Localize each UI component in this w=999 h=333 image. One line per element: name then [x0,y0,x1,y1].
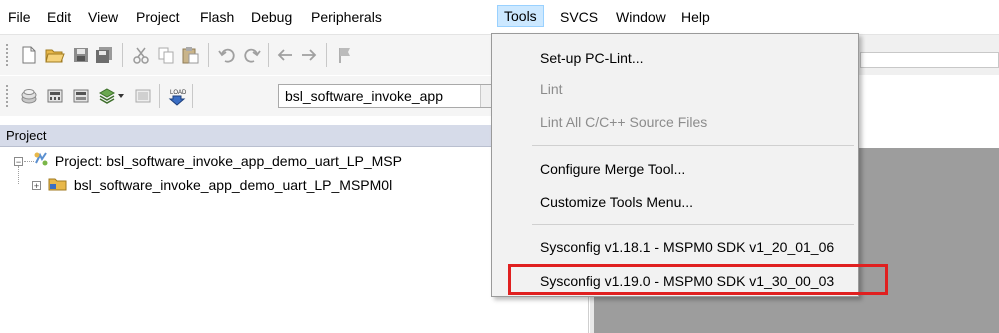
new-file-icon[interactable] [18,44,40,66]
menu-item-configure-merge-tool[interactable]: Configure Merge Tool... [540,158,685,180]
tree-item-label: Project: bsl_software_invoke_app_demo_ua… [54,153,402,169]
editor-search-field[interactable] [860,52,999,68]
svg-text:LOAD: LOAD [170,90,187,96]
menu-debug[interactable]: Debug [251,6,292,28]
toolbar-separator [159,84,160,108]
menu-window[interactable]: Window [616,6,666,28]
tree-item-project[interactable]: Project: bsl_software_invoke_app_demo_ua… [33,150,402,172]
menu-item-customize-tools-menu[interactable]: Customize Tools Menu... [540,191,693,213]
menu-peripherals[interactable]: Peripherals [311,6,382,28]
cut-icon[interactable] [130,44,152,66]
toolbar-grip[interactable] [5,84,9,108]
menu-item-lint: Lint [540,81,563,97]
menu-edit[interactable]: Edit [47,6,71,28]
menu-help[interactable]: Help [681,6,710,28]
paste-icon[interactable] [179,44,201,66]
tree-item-label: bsl_software_invoke_app_demo_uart_LP_MSP… [73,177,393,193]
menu-item-setup-pc-lint[interactable]: Set-up PC-Lint... [540,47,644,69]
menu-file[interactable]: File [8,6,31,28]
project-icon [33,151,51,173]
toolbar-separator [192,84,193,108]
toolbar-separator [268,43,269,67]
bookmark-flag-icon[interactable] [334,44,356,66]
menu-separator [532,224,854,225]
collapse-icon[interactable]: − [14,157,23,167]
rebuild-icon[interactable] [70,85,92,107]
menu-view[interactable]: View [88,6,118,28]
navigate-forward-icon[interactable] [298,44,320,66]
menu-item-sysconfig-1-18-1[interactable]: Sysconfig v1.18.1 - MSPM0 SDK v1_20_01_0… [540,236,834,258]
toolbar-separator [326,43,327,67]
menu-separator [532,145,854,146]
target-select[interactable]: bsl_software_invoke_app [278,84,496,108]
menu-bar: File Edit View Project Flash Debug Perip… [0,0,999,35]
target-select-value: bsl_software_invoke_app [285,88,443,104]
load-download-icon[interactable]: LOAD [166,85,188,107]
tree-item-target[interactable]: bsl_software_invoke_app_demo_uart_LP_MSP… [48,174,392,196]
translate-icon[interactable] [18,85,40,107]
tools-menu: Set-up PC-Lint... Lint Lint All C/C++ So… [491,33,859,297]
menu-flash[interactable]: Flash [200,6,234,28]
toolbar-separator [208,43,209,67]
build-icon[interactable] [44,85,66,107]
batch-build-icon[interactable] [96,85,118,107]
stop-build-icon[interactable] [132,85,154,107]
save-all-icon[interactable] [94,44,116,66]
target-folder-icon [48,175,70,197]
tree-line [18,166,20,184]
undo-icon[interactable] [216,44,238,66]
open-folder-icon[interactable] [44,44,66,66]
save-icon[interactable] [70,44,92,66]
highlight-annotation [508,264,888,295]
copy-icon[interactable] [155,44,177,66]
navigate-back-icon[interactable] [274,44,296,66]
toolbar-separator [122,43,123,67]
chevron-down-icon[interactable] [116,85,126,107]
menu-svcs[interactable]: SVCS [560,6,598,28]
toolbar-grip[interactable] [5,43,9,67]
expand-icon[interactable]: + [32,181,41,191]
menu-item-lint-all: Lint All C/C++ Source Files [540,114,708,130]
redo-icon[interactable] [241,44,263,66]
menu-tools[interactable]: Tools [497,5,544,27]
menu-project[interactable]: Project [136,6,180,28]
